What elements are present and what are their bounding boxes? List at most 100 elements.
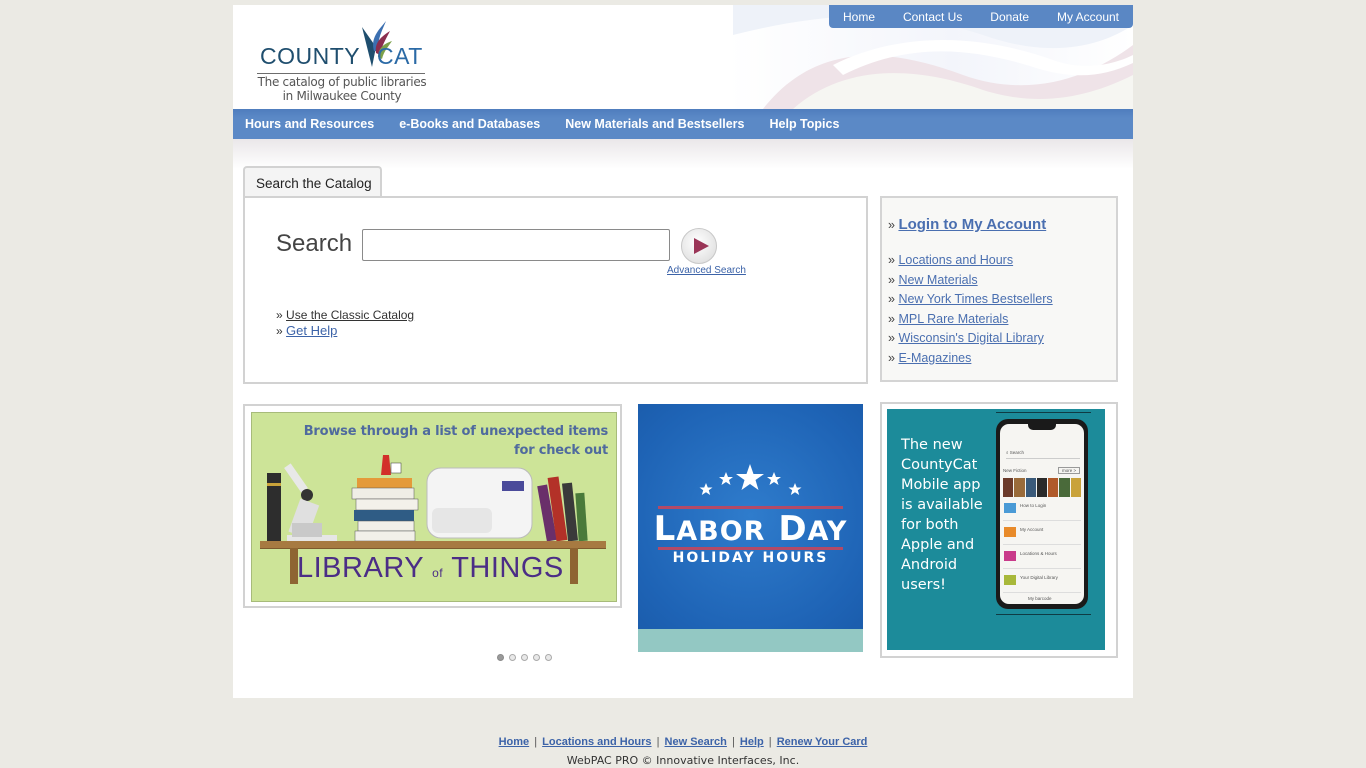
bullet: » [276, 324, 283, 338]
carousel-dot-1[interactable] [497, 654, 504, 661]
labor-day-subtitle: HOLIDAY HOURS [672, 550, 829, 566]
quick-link-row: » Get Help [276, 323, 414, 339]
separator: | [768, 736, 772, 748]
phone-row-label: My Account [1020, 527, 1044, 532]
app-text-line: Mobile app [901, 477, 981, 493]
sidebar-link-row: » Locations and Hours [888, 251, 1116, 271]
bullet: » [888, 218, 895, 232]
advanced-search-link[interactable]: Advanced Search [667, 265, 746, 276]
phone-row: Locations & Hours [1003, 548, 1081, 569]
sidebar-link-nyt-bestsellers[interactable]: New York Times Bestsellers [898, 292, 1052, 306]
page-container: COUNTY CAT The catalog of public librari… [233, 5, 1133, 698]
sidebar-link-row: » MPL Rare Materials [888, 310, 1116, 330]
carousel-dot-5[interactable] [545, 654, 552, 661]
footer-link-home[interactable]: Home [499, 736, 530, 748]
phone-mockup-icon: ⌕ Search New Fiction more > How to Login… [996, 419, 1088, 609]
library-of-things-promo[interactable]: Browse through a list of unexpected item… [243, 404, 622, 608]
app-text-line: Apple and [901, 537, 975, 553]
main-nav-ebooks-and-databases[interactable]: e-Books and Databases [399, 117, 540, 131]
countycat-logo[interactable]: COUNTY CAT The catalog of public librari… [257, 17, 427, 103]
bullet: » [888, 311, 895, 326]
app-text-line: Android [901, 557, 958, 573]
carousel-dot-2[interactable] [509, 654, 516, 661]
play-arrow-icon [694, 238, 709, 254]
app-text-line: users! [901, 577, 946, 593]
search-label: Search [276, 230, 353, 257]
app-text-line: The new [901, 437, 963, 453]
main-nav-help-topics[interactable]: Help Topics [770, 117, 840, 131]
app-text-line: for both [901, 517, 959, 533]
logo-tagline: The catalog of public libraries in Milwa… [257, 75, 427, 103]
classic-catalog-link[interactable]: Use the Classic Catalog [286, 308, 414, 322]
phone-row-icon [1004, 551, 1016, 561]
phone-screen: ⌕ Search New Fiction more > How to Login… [1000, 424, 1084, 604]
phone-footer: My barcode [1028, 596, 1052, 601]
phone-row-label: How to Login [1020, 503, 1047, 508]
main-nav-hours-and-resources[interactable]: Hours and Resources [245, 117, 374, 131]
divider [996, 614, 1091, 615]
mobile-app-banner: The new CountyCat Mobile app is availabl… [887, 409, 1105, 650]
sidebar-link-wisconsin-digital-library[interactable]: Wisconsin's Digital Library [898, 331, 1043, 345]
top-nav: Home Contact Us Donate My Account [829, 5, 1133, 28]
bullet: » [888, 272, 895, 287]
quick-link-row: » Use the Classic Catalog [276, 308, 414, 323]
app-text-line: CountyCat [901, 457, 978, 473]
shelf-leg [570, 548, 578, 584]
title-chars: AY [807, 516, 848, 547]
footer-link-locations-and-hours[interactable]: Locations and Hours [542, 736, 651, 748]
library-of-things-banner: Browse through a list of unexpected item… [251, 412, 617, 602]
phone-row-icon [1004, 575, 1016, 585]
carousel-pagination [497, 654, 552, 661]
title-char: L [653, 509, 677, 549]
footer-links: Home | Locations and Hours | New Search … [0, 736, 1366, 748]
bullet: » [276, 308, 283, 322]
carousel-dot-3[interactable] [521, 654, 528, 661]
nav-shadow-decoration [233, 139, 1133, 169]
sidebar-link-new-materials[interactable]: New Materials [898, 273, 977, 287]
bullet: » [888, 253, 895, 267]
banner-bottom-stripe [638, 629, 863, 652]
footer-link-renew-your-card[interactable]: Renew Your Card [777, 736, 868, 748]
phone-section-title: New Fiction [1003, 468, 1027, 473]
phone-more-button: more > [1058, 467, 1081, 474]
title-of: of [432, 566, 444, 580]
sewing-machine-icon [426, 467, 533, 539]
mobile-app-promo[interactable]: The new CountyCat Mobile app is availabl… [880, 402, 1118, 658]
labor-day-title: LABOR DAY [638, 509, 863, 549]
logo-tagline-line2: in Milwaukee County [282, 89, 402, 103]
phone-row: How to Login [1003, 500, 1081, 521]
main-nav: Hours and Resources e-Books and Database… [233, 109, 1133, 139]
mobile-app-text: The new CountyCat Mobile app is availabl… [901, 435, 983, 595]
sidebar-link-mpl-rare-materials[interactable]: MPL Rare Materials [898, 312, 1008, 326]
carousel-dot-4[interactable] [533, 654, 540, 661]
main-nav-new-materials[interactable]: New Materials and Bestsellers [565, 117, 744, 131]
phone-book-covers [1003, 478, 1081, 497]
phone-row: My Account [1003, 524, 1081, 545]
quick-links-sidebar: » Login to My Account » Locations and Ho… [880, 196, 1118, 382]
top-nav-my-account[interactable]: My Account [1057, 10, 1119, 24]
login-row: » Login to My Account [888, 216, 1116, 233]
library-of-things-title: LIBRARY of THINGS [297, 552, 564, 585]
shelf-decoration [260, 541, 606, 549]
footer-link-help[interactable]: Help [740, 736, 764, 748]
sidebar-link-locations-and-hours[interactable]: Locations and Hours [898, 253, 1013, 267]
phone-row-label: Locations & Hours [1020, 551, 1057, 556]
bullet: » [888, 331, 895, 345]
tab-search-the-catalog[interactable]: Search the Catalog [243, 166, 382, 197]
sidebar-link-e-magazines[interactable]: E-Magazines [898, 351, 971, 365]
search-submit-button[interactable] [681, 228, 717, 264]
footer-link-new-search[interactable]: New Search [665, 736, 727, 748]
login-link[interactable]: Login to My Account [898, 216, 1046, 233]
top-nav-donate[interactable]: Donate [990, 10, 1029, 24]
phone-row-icon [1004, 527, 1016, 537]
bullet: » [888, 292, 895, 306]
labor-day-promo[interactable]: LABOR DAY HOLIDAY HOURS [638, 404, 863, 652]
logo-tagline-line1: The catalog of public libraries [257, 75, 427, 89]
get-help-link[interactable]: Get Help [286, 323, 337, 338]
search-input[interactable] [362, 229, 670, 261]
top-nav-home[interactable]: Home [843, 10, 875, 24]
separator: | [534, 736, 538, 748]
top-nav-contact-us[interactable]: Contact Us [903, 10, 962, 24]
logo-divider [257, 73, 425, 74]
sidebar-link-row: » E-Magazines [888, 349, 1116, 369]
